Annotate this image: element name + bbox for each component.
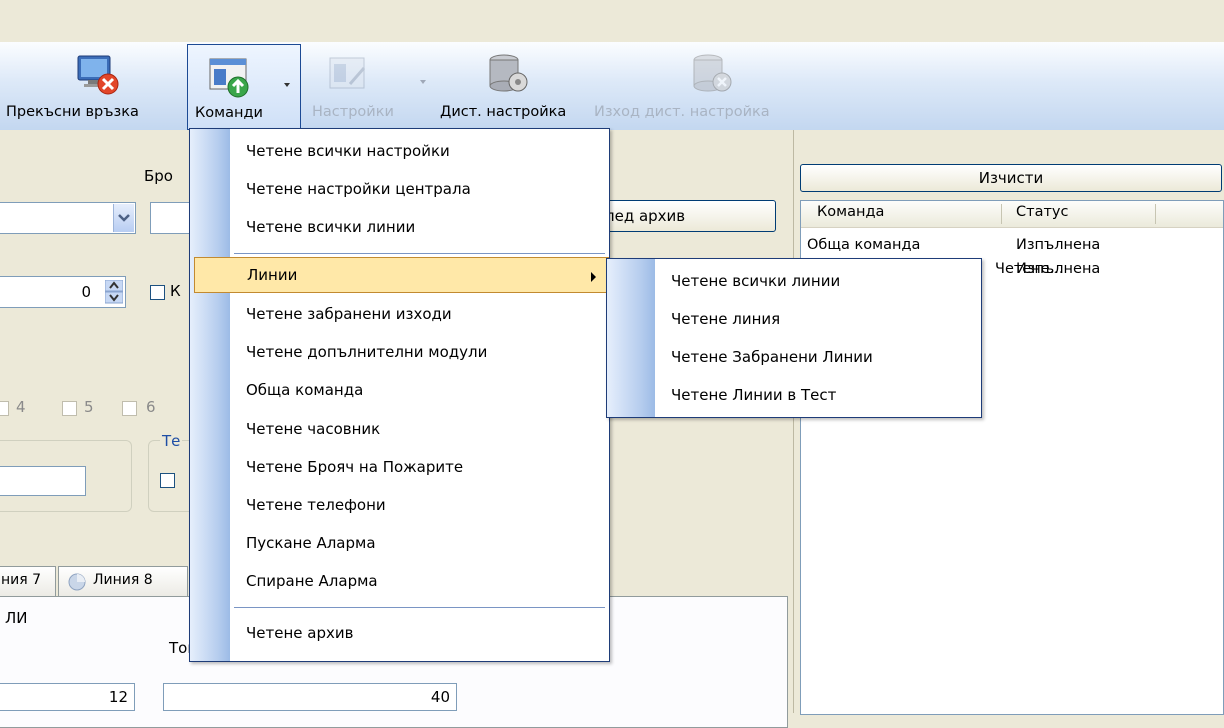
history-button[interactable]: лед архив	[598, 200, 776, 232]
menu-item-read-extra-modules[interactable]: Четене допълнителни модули	[230, 334, 609, 372]
text-input[interactable]	[0, 466, 86, 496]
settings-button[interactable]: Настройки	[304, 42, 426, 128]
channel-5-label: 5	[84, 398, 94, 416]
channel-6-label: 6	[146, 398, 156, 416]
row-1-command: Обща команда	[807, 237, 921, 253]
submenu-item-read-all-lines[interactable]: Четене всички линии	[655, 263, 981, 301]
submenu-item-read-lines-in-test[interactable]: Четене Линии в Тест	[655, 377, 981, 415]
disconnect-label: Прекъсни връзка	[6, 104, 139, 120]
settings-label: Настройки	[312, 104, 394, 120]
tab-line-7[interactable]: ния 7	[0, 566, 56, 596]
clear-button[interactable]: Изчисти	[800, 164, 1222, 192]
toolbar: Прекъсни връзка Команди Настройки Дист. …	[0, 42, 1224, 131]
menu-item-read-clock[interactable]: Четене часовник	[230, 411, 609, 449]
tabpage-title: ЛИ	[5, 609, 28, 627]
value-field-1[interactable]: 12	[0, 683, 135, 711]
submenu-arrow-icon	[591, 272, 596, 282]
commands-icon	[209, 58, 249, 98]
settings-icon	[329, 57, 366, 89]
spinner-arrows-icon[interactable]	[104, 279, 124, 304]
line-status-icon	[68, 573, 86, 591]
commands-dropdown-arrow-icon[interactable]	[284, 83, 290, 87]
menu-item-read-forbidden-outputs[interactable]: Четене забранени изходи	[230, 296, 609, 334]
lines-submenu: Четене всички линии Четене линия Четене …	[606, 258, 982, 418]
value-field-2[interactable]: 40	[163, 683, 457, 711]
value-1: 12	[108, 688, 128, 706]
commands-label: Команди	[195, 105, 263, 121]
title-strip	[0, 0, 1224, 43]
column-command[interactable]: Команда	[817, 204, 884, 220]
menu-item-lines[interactable]: Линии	[194, 257, 609, 293]
commands-button[interactable]: Команди	[187, 44, 301, 130]
column-status[interactable]: Статус	[1016, 204, 1068, 220]
count-label: Бро	[144, 167, 173, 185]
menu-item-stop-alarm[interactable]: Спиране Аларма	[230, 563, 609, 601]
database-close-icon	[693, 54, 732, 92]
submenu-item-read-forbidden-lines[interactable]: Четене Забранени Линии	[655, 339, 981, 377]
exit-remote-settings-button[interactable]: Изход дист. настройка	[592, 42, 812, 128]
channel-5-checkbox[interactable]	[62, 401, 77, 416]
phone-group-label: Те	[160, 432, 183, 450]
list-header: Команда Статус	[801, 201, 1223, 228]
submenu-item-read-line[interactable]: Четене линия	[655, 301, 981, 339]
type-combo[interactable]	[0, 202, 136, 234]
option-checkbox-label: К	[170, 282, 181, 300]
menu-item-read-archive[interactable]: Четене архив	[230, 615, 609, 653]
menu-item-start-alarm[interactable]: Пускане Аларма	[230, 525, 609, 563]
value-2: 40	[430, 688, 450, 706]
history-button-label: лед архив	[605, 207, 686, 225]
menu-separator	[234, 607, 605, 608]
right-panel: Изчисти Команда Статус Обща команда Изпъ…	[793, 130, 1224, 715]
remote-settings-button[interactable]: Дист. настройка	[438, 42, 588, 128]
menu-item-read-fire-counter[interactable]: Четене Брояч на Пожарите	[230, 449, 609, 487]
remote-settings-label: Дист. настройка	[440, 104, 567, 120]
tab-line-7-label: ния 7	[1, 572, 42, 588]
menu-item-read-phones[interactable]: Четене телефони	[230, 487, 609, 525]
settings-dropdown-arrow-icon[interactable]	[420, 80, 426, 84]
menu-item-general-command[interactable]: Обща команда	[230, 372, 609, 410]
menu-item-read-all-settings[interactable]: Четене всички настройки	[230, 133, 609, 171]
menu-icon-strip	[190, 129, 230, 661]
spinner-input[interactable]: 0	[0, 276, 126, 308]
commands-menu: Четене всички настройки Четене настройки…	[189, 128, 610, 662]
menu-item-read-central-settings[interactable]: Четене настройки централа	[230, 171, 609, 209]
disconnect-icon	[77, 55, 119, 95]
database-icon	[489, 54, 528, 92]
menu-item-read-all-lines[interactable]: Четене всички линии	[230, 209, 609, 247]
tab-line-8[interactable]: Линия 8	[58, 566, 188, 596]
tab-line-8-label: Линия 8	[93, 572, 153, 588]
row-2-status: Изпълнена	[1016, 261, 1101, 277]
chevron-down-icon	[118, 214, 130, 222]
disconnect-button[interactable]: Прекъсни връзка	[2, 42, 182, 128]
submenu-icon-strip	[607, 259, 655, 417]
menu-separator	[234, 253, 605, 254]
channel-3-checkbox[interactable]	[0, 401, 9, 416]
exit-remote-settings-label: Изход дист. настройка	[594, 104, 770, 120]
phone-checkbox[interactable]	[160, 473, 175, 488]
channel-4-label: 4	[16, 398, 26, 416]
spinner-value: 0	[81, 283, 91, 301]
clear-button-label: Изчисти	[978, 169, 1044, 187]
row-1-status: Изпълнена	[1016, 237, 1101, 253]
count-input[interactable]	[150, 202, 192, 234]
combo-dropdown-button[interactable]	[113, 204, 134, 232]
option-checkbox[interactable]	[150, 285, 165, 300]
channel-6-checkbox[interactable]	[122, 401, 137, 416]
